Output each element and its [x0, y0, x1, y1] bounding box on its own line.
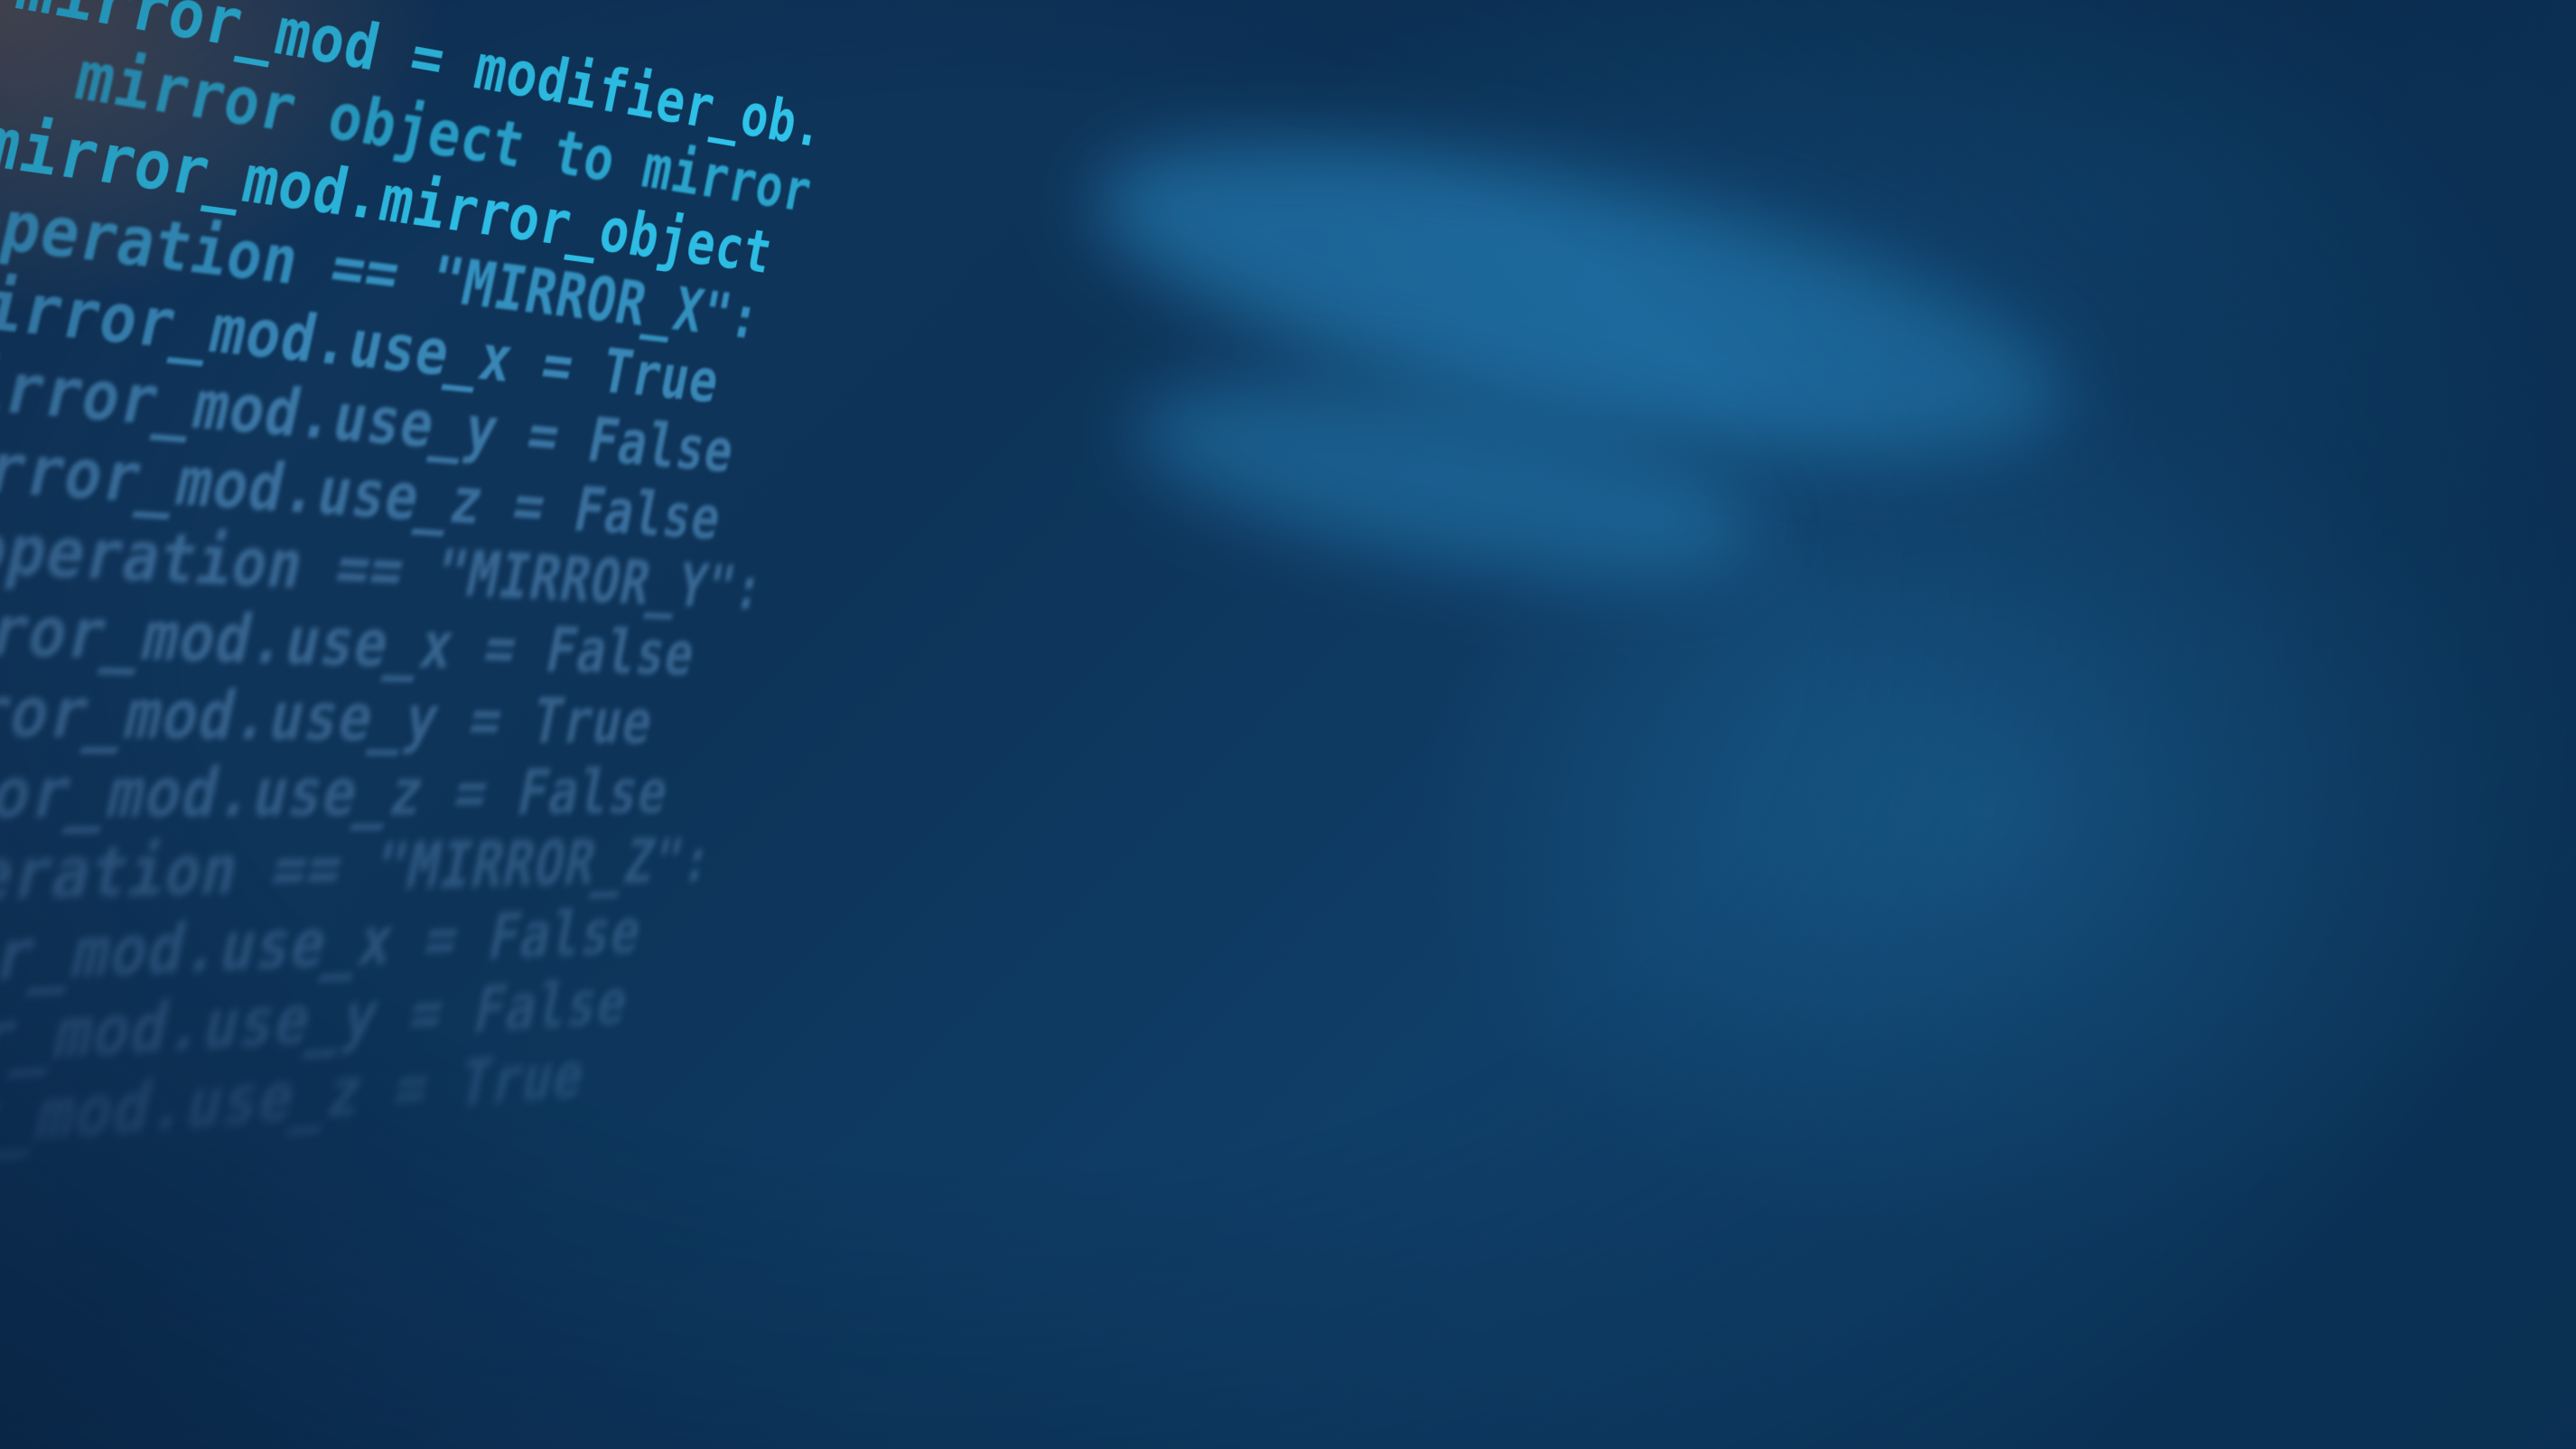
code-block: mirror_mod = modifier_ob. mirror object …	[0, 0, 955, 1181]
code-photo-background: mirror_mod = modifier_ob. mirror object …	[0, 0, 2576, 1449]
code-line: mirror_mod.use_z = False	[0, 751, 675, 837]
